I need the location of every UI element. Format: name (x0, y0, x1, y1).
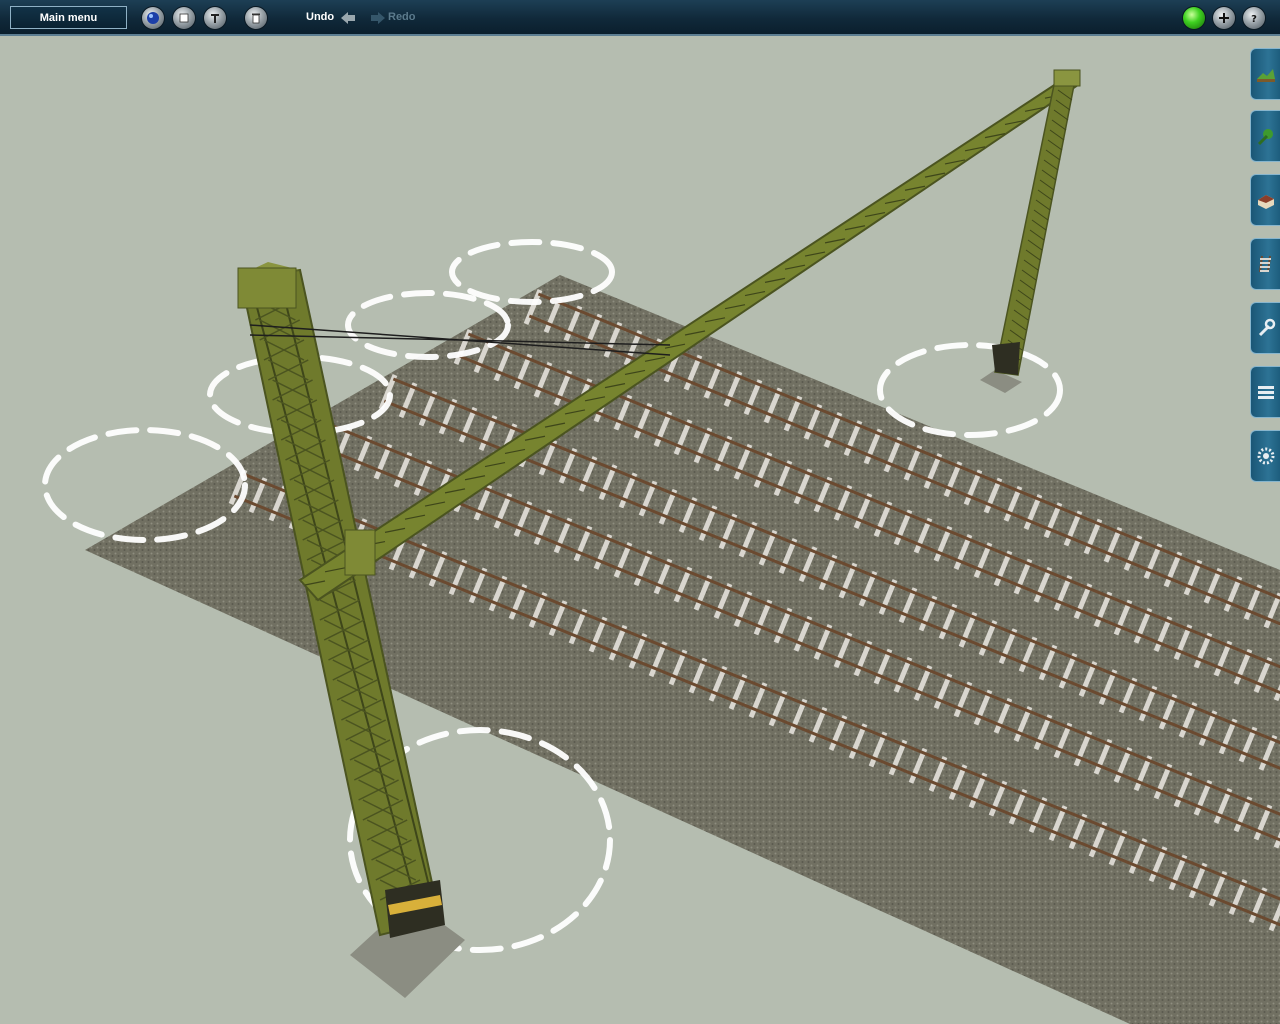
status-light-icon (1183, 7, 1205, 29)
redo-arrow-icon (370, 10, 386, 30)
add-icon[interactable] (1213, 7, 1235, 29)
trash-icon[interactable] (245, 7, 267, 29)
main-menu-button[interactable]: Main menu (10, 6, 127, 29)
redo-button: Redo (388, 11, 416, 23)
stop-icon[interactable] (173, 7, 195, 29)
svg-text:?: ? (1251, 14, 1257, 24)
tools-icon[interactable] (204, 7, 226, 29)
world-viewport[interactable] (0, 36, 1280, 1024)
undo-button[interactable]: Undo (306, 11, 334, 23)
undo-arrow-icon[interactable] (340, 10, 356, 30)
globe-icon[interactable] (142, 7, 164, 29)
top-toolbar: Main menu Undo Redo ? (0, 0, 1280, 36)
help-icon[interactable]: ? (1243, 7, 1265, 29)
